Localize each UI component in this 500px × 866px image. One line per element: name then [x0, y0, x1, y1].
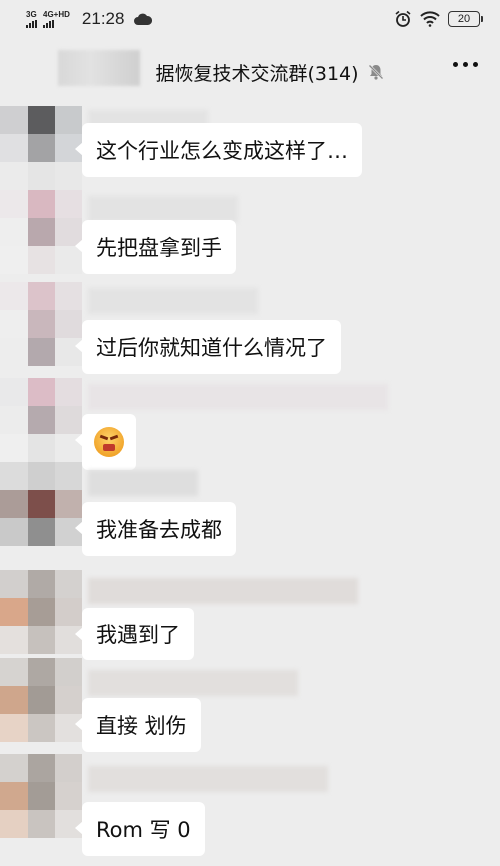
title-mosaic: [58, 50, 140, 86]
message-row: 过后你就知道什么情况了: [0, 282, 500, 378]
signal-icon: [43, 19, 54, 28]
more-dots-icon[interactable]: [453, 62, 478, 67]
wifi-icon: [420, 11, 440, 27]
chat-header: 据恢复技术交流群(314): [0, 38, 500, 106]
message-row: [0, 378, 500, 470]
angry-face-emoji: [94, 427, 124, 457]
message-bubble[interactable]: 先把盘拿到手: [75, 220, 236, 274]
status-left: 3G 4G+HD 21:28: [26, 9, 153, 29]
message-row: 这个行业怎么变成这样了…: [0, 106, 500, 192]
message-row: 我准备去成都: [0, 462, 500, 556]
message-bubble[interactable]: 我遇到了: [75, 608, 194, 660]
sender-name-mosaic: [88, 196, 238, 222]
avatar[interactable]: [0, 570, 82, 654]
message-text: 直接 划伤: [96, 714, 187, 738]
network-label-1: 3G: [26, 9, 37, 19]
sender-name-mosaic: [88, 470, 198, 496]
avatar[interactable]: [0, 754, 82, 838]
signal-icon: [26, 19, 37, 28]
mute-bell-icon: [368, 64, 383, 80]
message-row: 先把盘拿到手: [0, 190, 500, 282]
cloud-icon: [134, 13, 153, 25]
avatar[interactable]: [0, 658, 82, 742]
avatar[interactable]: [0, 190, 82, 274]
status-time: 21:28: [81, 9, 125, 28]
alarm-icon: [395, 10, 411, 27]
message-text: 我准备去成都: [96, 518, 222, 542]
avatar[interactable]: [0, 378, 82, 462]
message-text: Rom 写 0: [96, 818, 191, 842]
status-bar: 3G 4G+HD 21:28 20: [0, 0, 500, 38]
message-bubble[interactable]: 这个行业怎么变成这样了…: [75, 123, 362, 177]
avatar[interactable]: [0, 282, 82, 366]
sender-name-mosaic: [88, 670, 298, 696]
message-list[interactable]: 这个行业怎么变成这样了… 先把盘拿到手 过后你就知道什么情况了 我准备去成都 我…: [0, 106, 500, 866]
message-row: Rom 写 0: [0, 754, 500, 866]
network-label-2: 4G+HD: [43, 9, 70, 19]
avatar[interactable]: [0, 462, 82, 546]
avatar[interactable]: [0, 106, 82, 190]
battery-level: 20: [457, 13, 471, 25]
sender-name-mosaic: [88, 578, 358, 604]
battery-icon: 20: [448, 11, 483, 27]
message-text: 过后你就知道什么情况了: [96, 336, 327, 360]
message-text: 先把盘拿到手: [96, 236, 222, 260]
message-row: 我遇到了: [0, 570, 500, 666]
message-bubble[interactable]: 直接 划伤: [75, 698, 201, 752]
sender-name-mosaic: [88, 384, 388, 410]
status-right: 20: [394, 10, 483, 28]
message-text: 我遇到了: [96, 623, 180, 647]
sender-name-mosaic: [88, 288, 258, 314]
group-name: 据恢复技术交流群(314): [155, 62, 359, 85]
message-bubble[interactable]: Rom 写 0: [75, 802, 205, 856]
chat-title[interactable]: 据恢复技术交流群(314): [155, 59, 384, 86]
network-indicator-1: 3G: [26, 9, 37, 28]
message-row: 直接 划伤: [0, 658, 500, 754]
message-text: 这个行业怎么变成这样了…: [96, 139, 348, 163]
sender-name-mosaic: [88, 766, 328, 792]
message-bubble[interactable]: 过后你就知道什么情况了: [75, 320, 341, 374]
network-indicator-2: 4G+HD: [43, 9, 70, 28]
message-bubble[interactable]: 我准备去成都: [75, 502, 236, 556]
